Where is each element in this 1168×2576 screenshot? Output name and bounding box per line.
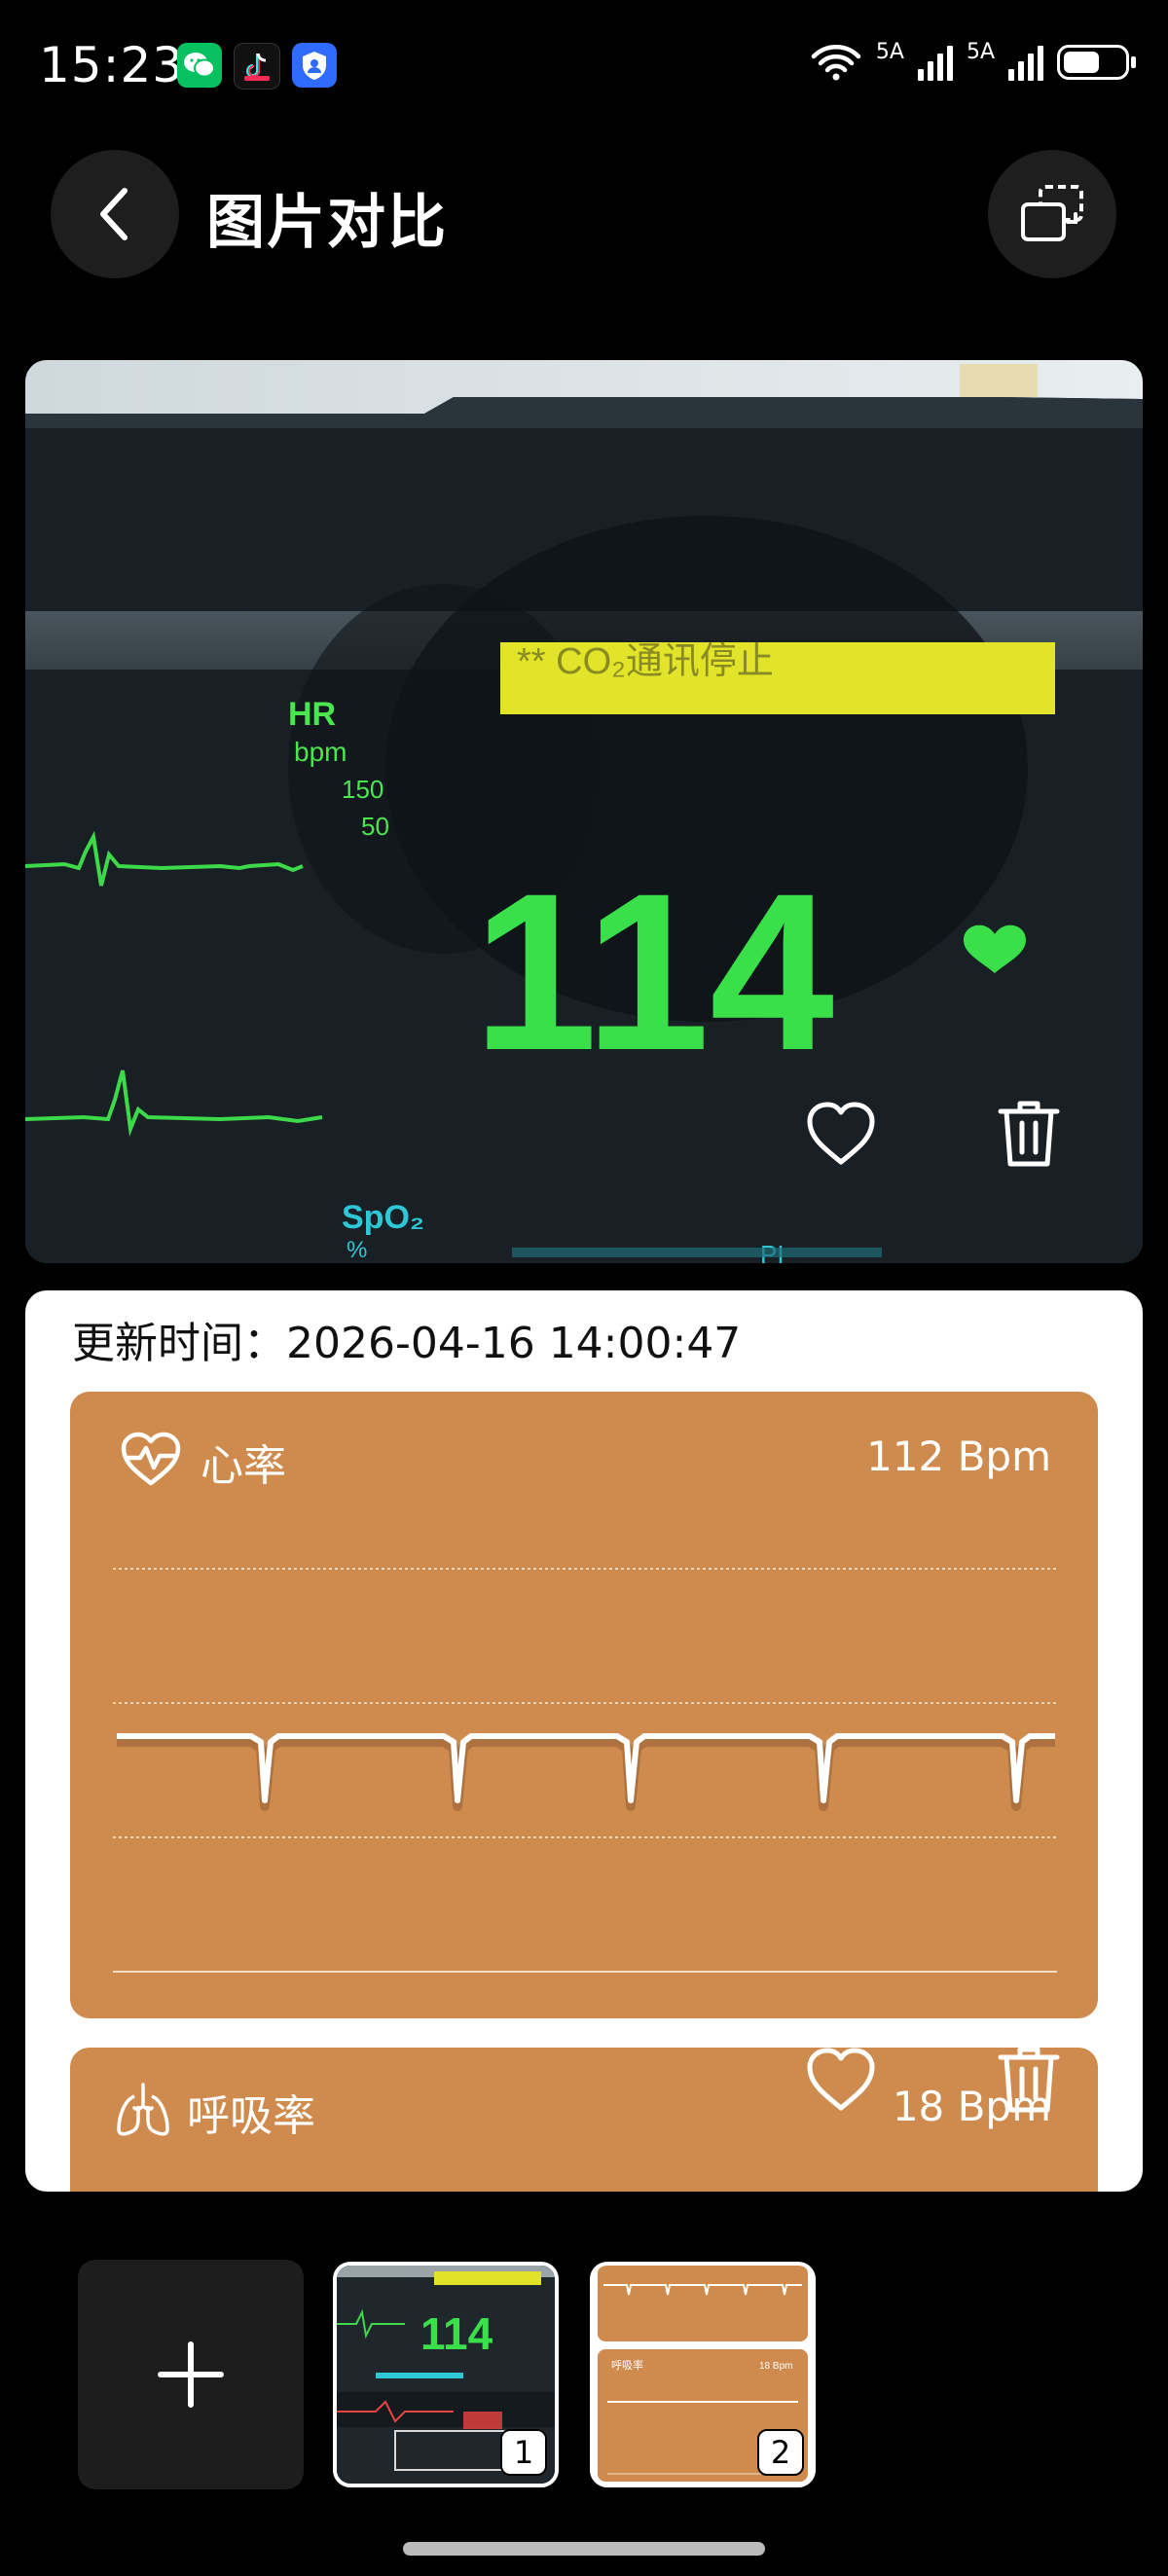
- respiration-rate-card: 呼吸率 18 Bpm: [70, 2048, 1098, 2192]
- monitor-scene: ** CO₂通讯停止 HR bpm 150 50 114 SpO₂ % PI: [25, 360, 1143, 1263]
- spo2-label: SpO₂: [342, 1199, 424, 1236]
- plus-icon: [158, 2341, 224, 2408]
- thumbnail-2-value: 18 Bpm: [759, 2361, 792, 2372]
- heart-rate-waveform: [117, 1737, 1055, 1811]
- heart-outline-icon: [807, 2048, 875, 2111]
- chevron-left-icon: [100, 188, 128, 240]
- alert-text: ** CO₂通讯停止: [517, 641, 774, 682]
- thumbnail-1-number: 1: [500, 2429, 547, 2476]
- network-type-1: 5A: [875, 40, 904, 64]
- vitals-data-card[interactable]: 更新时间：2026-04-16 14:00:47 心率 112 Bpm 呼吸率 …: [25, 1290, 1143, 2192]
- favorite-photo-button[interactable]: [804, 1100, 878, 1168]
- trash-icon: [998, 2047, 1060, 2113]
- wechat-icon: [177, 43, 222, 88]
- heart-outline-icon: [807, 1102, 875, 1165]
- home-indicator[interactable]: [403, 2542, 765, 2556]
- respiration-rate-label: 呼吸率: [187, 2091, 315, 2141]
- back-button[interactable]: [51, 150, 179, 278]
- delete-photo-button[interactable]: [995, 1096, 1063, 1170]
- hr-unit: bpm: [294, 737, 347, 767]
- battery-icon: [1057, 45, 1136, 80]
- compare-button[interactable]: [988, 150, 1116, 278]
- heart-rate-card: 心率 112 Bpm: [70, 1392, 1098, 2018]
- signal-icon: [917, 44, 953, 81]
- lungs-icon: [113, 2081, 173, 2143]
- favorite-data-button[interactable]: [804, 2046, 878, 2114]
- hr-limit-low: 50: [361, 812, 389, 841]
- page-title: 图片对比: [206, 189, 448, 257]
- hr-big-value: 114: [473, 847, 834, 1097]
- network-type-2: 5A: [966, 40, 995, 64]
- hr-limit-high: 150: [342, 775, 383, 804]
- trash-icon: [998, 1101, 1060, 1167]
- thumbnail-1-hr-text: 114: [420, 2308, 493, 2359]
- wifi-icon: [811, 45, 861, 81]
- add-image-button[interactable]: [78, 2260, 304, 2489]
- delete-data-button[interactable]: [995, 2042, 1063, 2116]
- monitor-photo[interactable]: ** CO₂通讯停止 HR bpm 150 50 114 SpO₂ % PI: [25, 360, 1143, 1263]
- heart-rate-waveform-chart: [113, 1568, 1057, 1973]
- spo2-unit: %: [347, 1237, 367, 1263]
- douyin-icon: [234, 43, 280, 90]
- status-time: 15:23: [39, 37, 185, 93]
- thumbnail-1[interactable]: 114 1: [333, 2262, 559, 2487]
- updated-time: 更新时间：2026-04-16 14:00:47: [72, 1319, 742, 1368]
- status-bar: 15:23 5A 5A: [0, 0, 1168, 136]
- battery-level: [1064, 52, 1099, 73]
- hr-label: HR: [288, 696, 336, 733]
- compare-screens-icon: [1021, 185, 1083, 241]
- signal-icon-2: [1008, 44, 1043, 81]
- thumbnail-2-label: 呼吸率: [611, 2358, 643, 2372]
- thumbnail-2[interactable]: 呼吸率 18 Bpm 2: [590, 2262, 816, 2487]
- shield-app-icon: [292, 43, 337, 88]
- thumbnail-2-number: 2: [757, 2429, 804, 2476]
